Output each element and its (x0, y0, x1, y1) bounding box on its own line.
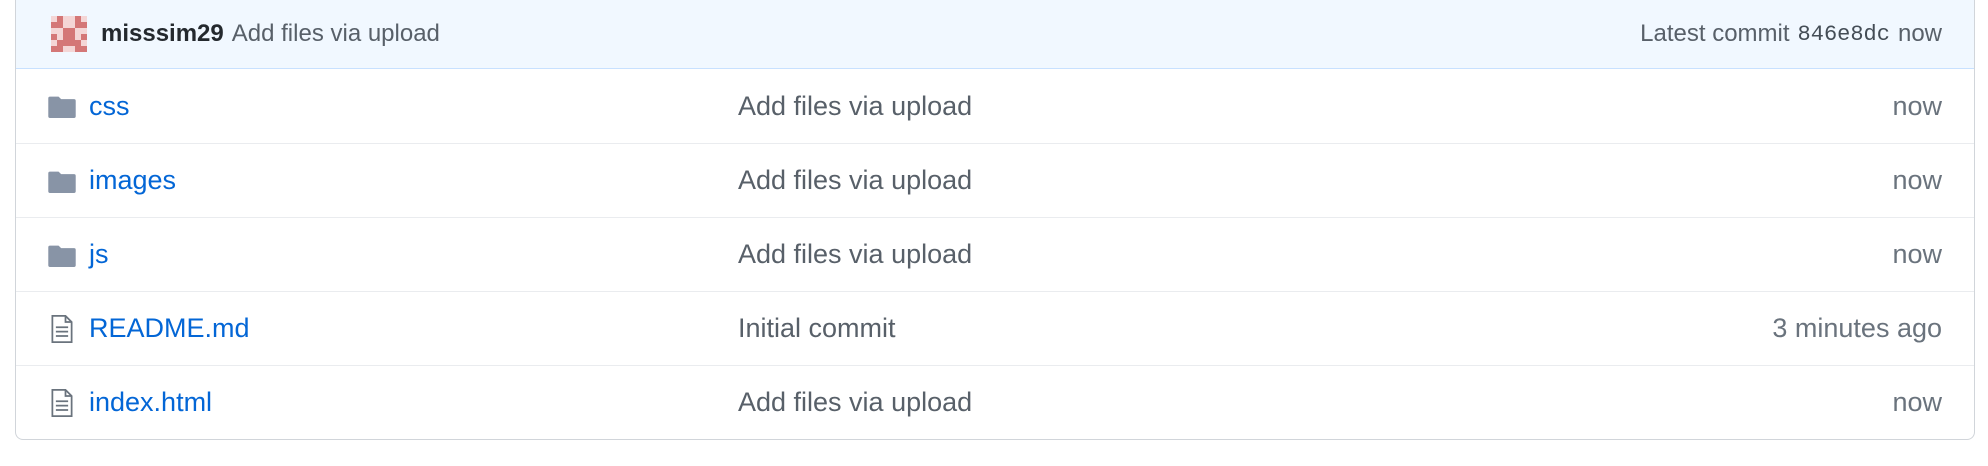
file-name-link[interactable]: images (89, 165, 729, 196)
file-row[interactable]: css Add files via upload now (16, 69, 1974, 143)
file-name-link[interactable]: index.html (89, 387, 729, 418)
file-icon (47, 388, 77, 417)
file-commit-message-link[interactable]: Add files via upload (738, 165, 972, 196)
file-row[interactable]: README.md Initial commit 3 minutes ago (16, 291, 1974, 365)
commit-message-link[interactable]: Add files via upload (232, 20, 440, 48)
latest-commit-bar: misssim29 Add files via upload Latest co… (16, 0, 1974, 69)
file-commit-age: 3 minutes ago (1772, 313, 1942, 343)
file-commit-message-link[interactable]: Initial commit (738, 313, 896, 344)
file-row[interactable]: js Add files via upload now (16, 217, 1974, 291)
file-row[interactable]: images Add files via upload now (16, 143, 1974, 217)
file-commit-age: now (1892, 387, 1942, 417)
file-icon (47, 314, 77, 343)
file-commit-age: now (1892, 165, 1942, 195)
file-name-link[interactable]: css (89, 91, 729, 122)
folder-icon (47, 167, 77, 195)
file-commit-message-link[interactable]: Add files via upload (738, 239, 972, 270)
file-name-link[interactable]: README.md (89, 313, 729, 344)
file-commit-message-link[interactable]: Add files via upload (738, 91, 972, 122)
file-row[interactable]: index.html Add files via upload now (16, 365, 1974, 439)
commit-time: now (1897, 20, 1942, 47)
commit-sha-link[interactable]: 846e8dc (1798, 22, 1890, 47)
file-name-link[interactable]: js (89, 239, 729, 270)
file-browser: misssim29 Add files via upload Latest co… (15, 0, 1975, 440)
latest-commit-label: Latest commit (1640, 20, 1790, 47)
folder-icon (47, 92, 77, 120)
file-commit-age: now (1892, 90, 1942, 121)
folder-icon (47, 241, 77, 269)
file-commit-age: now (1892, 239, 1942, 269)
user-avatar-icon[interactable] (51, 16, 87, 52)
file-commit-message-link[interactable]: Add files via upload (738, 387, 972, 418)
commit-author-link[interactable]: misssim29 (101, 20, 224, 48)
